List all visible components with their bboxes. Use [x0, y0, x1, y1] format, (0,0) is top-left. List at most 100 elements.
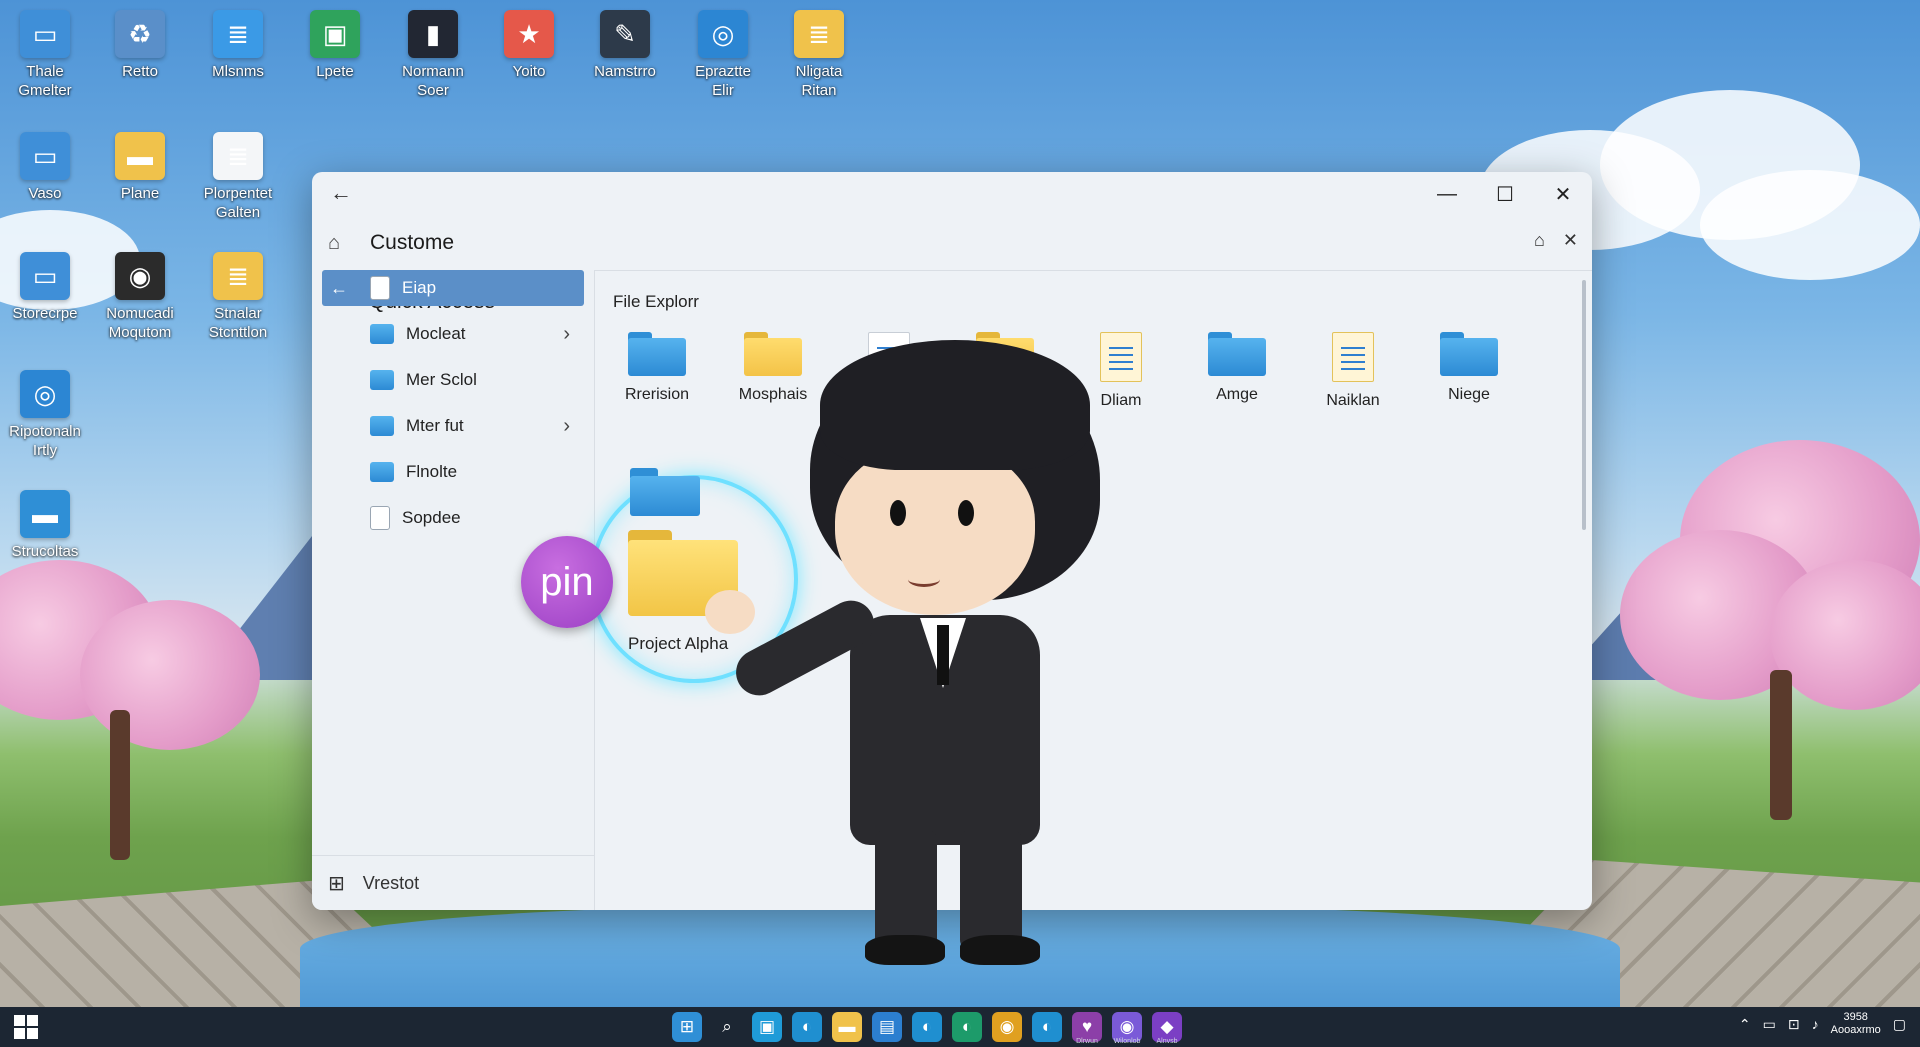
taskbar-app-label: Wilonlob [1113, 1038, 1141, 1045]
back-arrow-icon: ← [330, 277, 348, 298]
close-pane-icon[interactable]: ✕ [1563, 230, 1578, 251]
folder-icon [628, 332, 686, 376]
desktop-icon[interactable]: ≣ Nligata Ritan [774, 10, 864, 100]
display-icon[interactable]: ▭ [1763, 1016, 1776, 1033]
home-icon[interactable]: ⌂ [328, 232, 356, 255]
desktop-icon[interactable]: ✎ Namstrro [580, 10, 670, 81]
pin-badge: pin [521, 536, 613, 628]
back-arrow-icon[interactable]: ← [330, 180, 352, 206]
taskbar-app-label: Alnvsb [1156, 1038, 1178, 1045]
folder-icon [370, 324, 394, 344]
chevron-up-icon[interactable]: ⌃ [1739, 1016, 1751, 1033]
folder-icon [370, 370, 394, 390]
notification-icon[interactable]: ▢ [1893, 1016, 1906, 1033]
globe-app-icon: ◎ [20, 370, 70, 418]
edge-icon[interactable]: ◐ [792, 1012, 822, 1042]
file-item-label: Niege [1448, 386, 1490, 403]
desktop-icon[interactable]: ♻ Retto [95, 10, 185, 81]
desktop-icon-label: Namstrro [594, 63, 656, 80]
sidebar-item-label: Eiap [402, 278, 437, 297]
desktop-icon[interactable]: ▭ Vaso [0, 132, 90, 203]
start-button[interactable] [14, 1015, 38, 1039]
window-controls: — ☐ ✕ [1418, 172, 1592, 216]
file-item[interactable]: Naiklan [1303, 332, 1403, 410]
chrome-icon[interactable]: ◉ Wilonlob [1112, 1012, 1142, 1045]
computer-icon: ▭ [20, 132, 70, 180]
desktop-icon-label: Thale Gmelter [18, 63, 72, 99]
file-item[interactable]: Amge [1187, 332, 1287, 404]
cherry-tree [0, 560, 300, 860]
desktop-icon-label: Plorpentet Galten [203, 185, 273, 221]
vertical-scrollbar[interactable] [1582, 280, 1586, 530]
edge-icon[interactable]: ◐ [1032, 1012, 1062, 1042]
sidebar-item[interactable]: ← Eiap [322, 270, 584, 306]
desktop-icon[interactable]: ≣ Mlsnms [193, 10, 283, 81]
document-icon [370, 276, 390, 300]
computer-icon: ▭ [20, 10, 70, 58]
desktop: ▭ Thale Gmelter ♻ Retto ≣ Mlsnms ▣ Lpete ▮ Norman… [0, 0, 1920, 1047]
network-icon[interactable]: ⊡ [1788, 1016, 1800, 1033]
sidebar-item[interactable]: Mer Sclol [322, 362, 584, 398]
desktop-icon[interactable]: ▮ Normann Soer [388, 10, 478, 100]
desktop-icon[interactable]: ▬ Strucoltas [0, 490, 90, 561]
sidebar-footer[interactable]: ⊞ Vrestot [312, 855, 594, 910]
desktop-icon-label: Retto [122, 63, 158, 80]
windows-grid-icon[interactable]: ⊞ [672, 1012, 702, 1042]
desktop-icon-label: Yoito [512, 63, 546, 80]
edge-icon[interactable]: ◐ [952, 1012, 982, 1042]
desktop-icon-label: Mlsnms [212, 63, 264, 80]
desktop-icon[interactable]: ◉ Nomucadi Moqutom [95, 252, 185, 342]
desktop-icon[interactable]: ◎ Epraztte Elir [678, 10, 768, 100]
sidebar-item[interactable]: Mocleat › [322, 316, 584, 352]
media-player-icon: ◉ [115, 252, 165, 300]
maximize-button[interactable]: ☐ [1476, 172, 1534, 216]
edge-icon[interactable]: ◐ [912, 1012, 942, 1042]
desktop-icon[interactable]: ▭ Thale Gmelter [0, 10, 90, 100]
vs-icon[interactable]: ◆ Alnvsb [1152, 1012, 1182, 1045]
document-icon: ≣ [213, 132, 263, 180]
desktop-icon[interactable]: ▣ Lpete [290, 10, 380, 81]
desktop-icon-label: Nligata Ritan [795, 63, 843, 99]
search-icon[interactable]: ⌕ [712, 1012, 742, 1042]
dragged-folder-icon[interactable] [630, 468, 700, 516]
chrome-icon[interactable]: ◉ [992, 1012, 1022, 1042]
volume-icon[interactable]: ♪ [1812, 1016, 1819, 1032]
desktop-icon-label: Epraztte Elir [695, 63, 751, 99]
desktop-icon[interactable]: ▭ Storecrpe [0, 252, 90, 323]
desktop-icon-label: Storecrpe [12, 305, 78, 322]
desktop-icon[interactable]: ◎ Ripotonaln Irtly [0, 370, 90, 460]
minimize-button[interactable]: — [1418, 172, 1476, 216]
sidebar-item-label: Sopdee [402, 508, 461, 527]
desktop-icon[interactable]: ≣ Plorpentet Galten [193, 132, 283, 222]
globe-app-icon: ◎ [698, 10, 748, 58]
pin-icon[interactable]: ⌂ [1534, 230, 1545, 251]
chevron-right-icon[interactable]: › [563, 323, 570, 346]
computer-icon: ▭ [20, 252, 70, 300]
project-alpha-label: Project Alpha [628, 634, 729, 653]
desktop-icon-label: Plane [120, 185, 160, 202]
sidebar-item[interactable]: Flnolte [322, 454, 584, 490]
chevron-right-icon[interactable]: › [563, 415, 570, 438]
clock[interactable]: 3958 Aooaxrmo [1831, 1011, 1881, 1037]
widgets-icon[interactable]: ▣ [752, 1012, 782, 1042]
store-icon[interactable]: ▤ [872, 1012, 902, 1042]
desktop-icon[interactable]: ≣ Stnalar Stcnttlon [193, 252, 283, 342]
sidebar-item[interactable]: Mter fut › [322, 408, 584, 444]
file-item[interactable]: Niege [1419, 332, 1519, 404]
sidebar-item[interactable]: Sopdee [322, 500, 584, 536]
desktop-icon-label: Lpete [316, 63, 354, 80]
close-button[interactable]: ✕ [1534, 172, 1592, 216]
desktop-icon-label: Normann Soer [402, 63, 464, 99]
notes-icon: ≣ [794, 10, 844, 58]
pen-tool-icon: ✎ [600, 10, 650, 58]
title-bar: ← — ☐ ✕ [312, 172, 1592, 216]
file-explorer-icon[interactable]: ▬ [832, 1012, 862, 1042]
mascot-character [705, 340, 1110, 980]
clock-time: 3958 [1843, 1011, 1868, 1023]
desktop-icon[interactable]: ★ Yoito [484, 10, 574, 81]
monitor-icon: ▣ [310, 10, 360, 58]
heart-app-icon[interactable]: ♥ Dlrwun [1072, 1012, 1102, 1045]
desktop-icon-label: Strucoltas [11, 543, 79, 560]
desktop-icon[interactable]: ▬ Plane [95, 132, 185, 203]
file-item[interactable]: Rrerision [607, 332, 707, 404]
